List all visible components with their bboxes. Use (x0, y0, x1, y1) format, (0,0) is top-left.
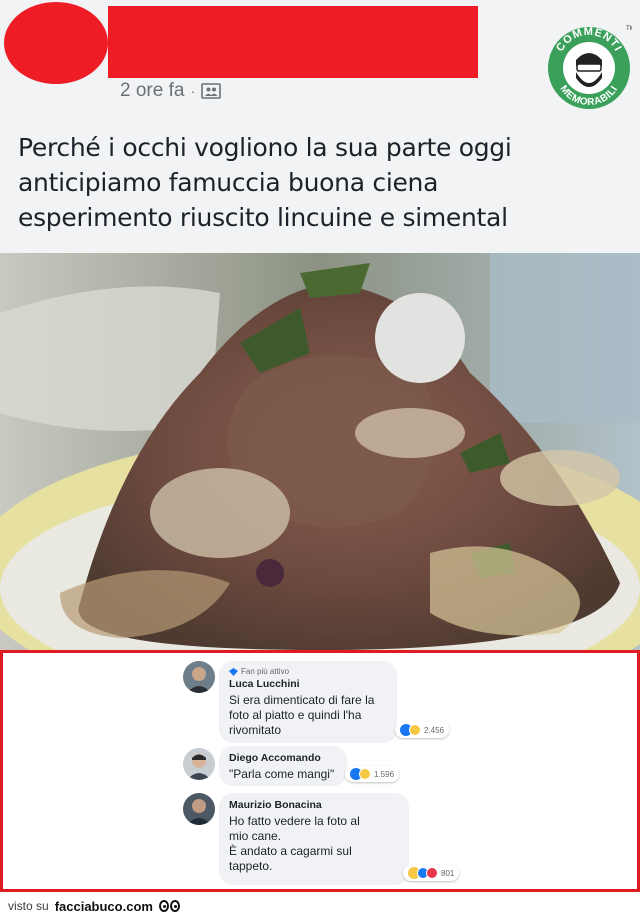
comment-line: Si era dimenticato di fare la (229, 693, 375, 707)
watermark-footer: visto su facciabuco.com (0, 892, 640, 920)
comment-text: Ho fatto vedere la foto al mio cane. È a… (229, 814, 399, 874)
comment-line: tappeto. (229, 859, 273, 873)
post-timestamp[interactable]: 2 ore fa (120, 80, 184, 102)
friends-audience-icon[interactable] (201, 83, 221, 99)
post-line: anticipiamo famuccia buona ciena (18, 168, 439, 197)
comment-line: foto al piatto e quindi l'ha (229, 708, 362, 722)
comment-text: "Parla come mangi" (229, 767, 337, 782)
comment-text: Si era dimenticato di fare la foto al pi… (229, 693, 387, 738)
comment-line: mio cane. (229, 829, 282, 843)
commenter-avatar[interactable] (183, 793, 215, 825)
comment-line: Ho fatto vedere la foto al (229, 814, 360, 828)
commenti-memorabili-logo: COMMENTI MEMORABILI TM (548, 26, 632, 109)
redacted-author-name (108, 6, 478, 78)
badge-label: Fan più attivo (241, 667, 290, 676)
top-fan-badge: Fan più attivo (229, 667, 387, 676)
post-line: Perché i occhi vogliono la sua parte ogg… (18, 133, 512, 162)
comment-line: rivomitato (229, 723, 282, 737)
comments-panel: Fan più attivo Luca Lucchini Si era dime… (0, 650, 640, 892)
reaction-summary[interactable]: 801 (403, 865, 460, 881)
comment-bubble: Fan più attivo Luca Lucchini Si era dime… (219, 661, 397, 743)
footer-prefix: visto su (8, 899, 49, 913)
reaction-summary[interactable]: 1.596 (345, 766, 400, 782)
footer-site-link[interactable]: facciabuco.com (55, 899, 153, 914)
pasta-dish-image (0, 253, 640, 650)
redacted-avatar (4, 2, 108, 84)
commenter-name[interactable]: Maurizio Bonacina (229, 799, 399, 811)
commenter-avatar[interactable] (183, 748, 215, 780)
post-line: esperimento riuscito lincuine e simental (18, 203, 508, 232)
haha-icon (409, 724, 421, 736)
meta-separator: · (190, 83, 196, 99)
love-icon (426, 867, 438, 879)
post-meta: 2 ore fa · (120, 80, 221, 102)
reaction-count: 2.456 (424, 725, 445, 735)
post-photo[interactable] (0, 253, 640, 650)
reaction-count: 801 (441, 868, 455, 878)
comment-line: È andato a cagarmi sul (229, 844, 352, 858)
comment-line: "Parla come mangi" (229, 767, 335, 781)
commenter-avatar[interactable] (183, 661, 215, 693)
top-fan-icon (229, 667, 238, 676)
haha-icon (359, 768, 371, 780)
reaction-summary[interactable]: 2.456 (395, 722, 450, 738)
logo-tm: TM (626, 26, 632, 32)
commenter-name[interactable]: Diego Accomando (229, 752, 337, 764)
post-message: Perché i occhi vogliono la sua parte ogg… (18, 130, 618, 235)
comment-bubble: Diego Accomando "Parla come mangi" (219, 746, 347, 786)
reaction-count: 1.596 (374, 769, 395, 779)
eyes-logo-icon (158, 900, 180, 912)
commenter-name[interactable]: Luca Lucchini (229, 678, 387, 690)
comment-bubble: Maurizio Bonacina Ho fatto vedere la fot… (219, 793, 409, 885)
